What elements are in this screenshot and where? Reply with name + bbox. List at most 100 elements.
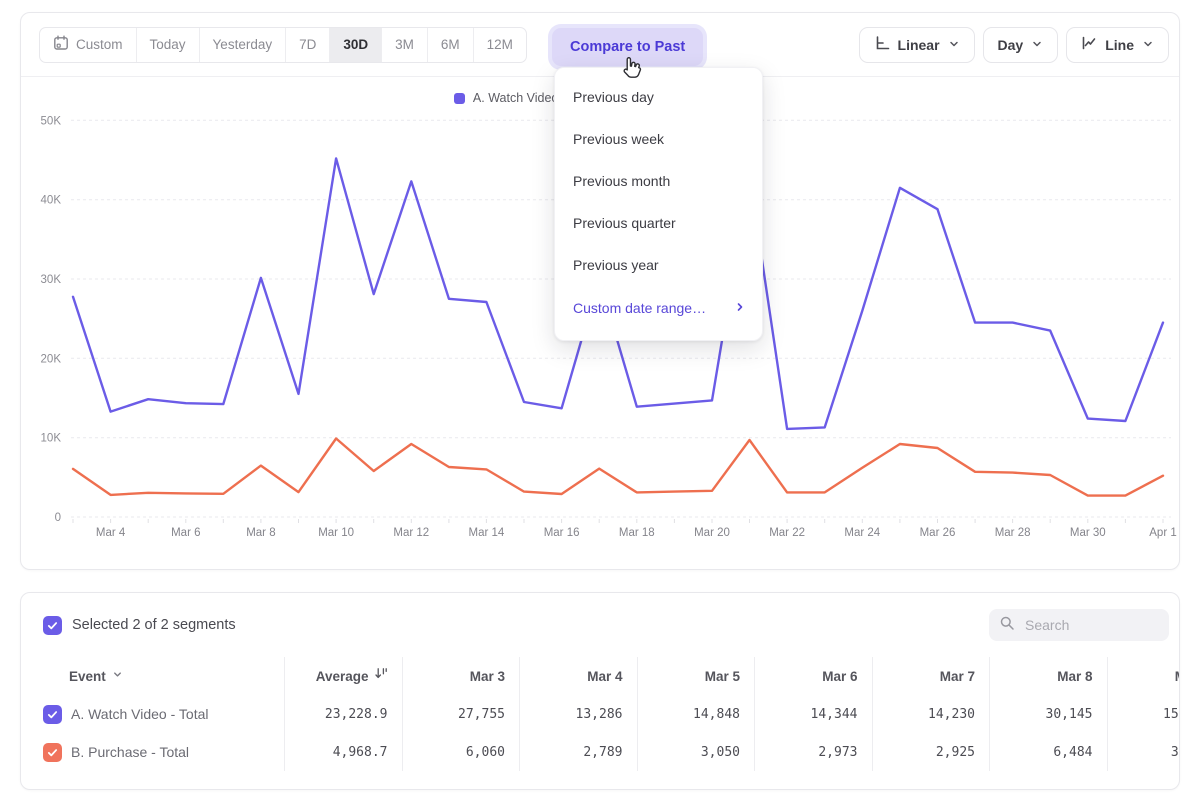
value-cell: 23,228.9 bbox=[284, 695, 402, 733]
chart-type-label: Line bbox=[1105, 37, 1134, 53]
segments-table-card: Selected 2 of 2 segments Event Average Ma… bbox=[20, 592, 1180, 790]
select-all-checkbox[interactable] bbox=[43, 616, 62, 635]
svg-text:Mar 22: Mar 22 bbox=[769, 527, 805, 539]
range-option-yesterday[interactable]: Yesterday bbox=[200, 28, 287, 62]
value-cell: 15,520 bbox=[1107, 695, 1181, 733]
range-option-6m[interactable]: 6M bbox=[428, 28, 474, 62]
segments-table: Event Average Mar 3 Mar 4Mar 5 Mar 6 Mar 7 Ma… bbox=[21, 657, 1179, 771]
value-cell: 14,344 bbox=[754, 695, 872, 733]
svg-text:Mar 24: Mar 24 bbox=[844, 527, 880, 539]
value-cell: 27,755 bbox=[402, 695, 520, 733]
column-header-average[interactable]: Average bbox=[284, 657, 402, 695]
svg-text:Mar 14: Mar 14 bbox=[469, 527, 505, 539]
search-input[interactable] bbox=[1023, 616, 1159, 634]
chevron-right-icon bbox=[734, 300, 746, 316]
table-header-row: Event Average Mar 3 Mar 4Mar 5 Mar 6 Mar 7 Ma… bbox=[21, 657, 1179, 695]
value-cell: 14,848 bbox=[637, 695, 755, 733]
value-text: 6,060 bbox=[466, 745, 505, 760]
chart-type-select-button[interactable]: Line bbox=[1066, 27, 1169, 63]
value-text: 3,050 bbox=[701, 745, 740, 760]
menu-item-previous-quarter[interactable]: Previous quarter bbox=[555, 202, 762, 244]
range-option-label: Custom bbox=[76, 37, 123, 52]
checkmark-icon bbox=[46, 746, 59, 759]
segment-cell: B. Purchase - Total bbox=[21, 733, 284, 771]
menu-item-custom-date-range[interactable]: Custom date range… bbox=[555, 286, 762, 330]
value-cell: 4,968.7 bbox=[284, 733, 402, 771]
value-text: 14,230 bbox=[928, 707, 975, 722]
menu-item-previous-month[interactable]: Previous month bbox=[555, 160, 762, 202]
table-row: A. Watch Video - Total23,228.927,75513,2… bbox=[21, 695, 1179, 733]
range-option-label: 6M bbox=[441, 37, 460, 52]
column-header-mar-7[interactable]: Mar 7 bbox=[872, 657, 990, 695]
checkmark-icon bbox=[46, 708, 59, 721]
column-header-label: Mar 7 bbox=[940, 669, 975, 684]
range-option-today[interactable]: Today bbox=[137, 28, 200, 62]
svg-text:Mar 10: Mar 10 bbox=[318, 527, 354, 539]
interval-select-button[interactable]: Day bbox=[983, 27, 1059, 63]
compare-dropdown-menu: Previous dayPrevious weekPrevious monthP… bbox=[554, 67, 763, 341]
svg-text:Mar 8: Mar 8 bbox=[246, 527, 275, 539]
value-text: 30,145 bbox=[1046, 707, 1093, 722]
svg-text:Mar 28: Mar 28 bbox=[995, 527, 1031, 539]
row-checkbox[interactable] bbox=[43, 743, 62, 762]
menu-item-previous-day[interactable]: Previous day bbox=[555, 76, 762, 118]
column-header-label: Average bbox=[316, 669, 369, 684]
compare-to-past-button[interactable]: Compare to Past bbox=[552, 28, 703, 66]
svg-text:Mar 12: Mar 12 bbox=[393, 527, 429, 539]
range-option-3m[interactable]: 3M bbox=[382, 28, 428, 62]
svg-text:Apr 1: Apr 1 bbox=[1149, 527, 1177, 539]
sort-descending-icon bbox=[375, 667, 388, 685]
checkmark-icon bbox=[46, 619, 59, 632]
svg-text:50K: 50K bbox=[41, 115, 62, 127]
column-header-mar-3[interactable]: Mar 3 bbox=[402, 657, 520, 695]
value-cell: 30,145 bbox=[989, 695, 1107, 733]
search-icon bbox=[999, 615, 1015, 636]
selected-count-label: Selected 2 of 2 segments bbox=[72, 617, 236, 633]
svg-text:0: 0 bbox=[55, 512, 61, 524]
column-header-mar-8[interactable]: Mar 8 bbox=[989, 657, 1107, 695]
value-cell: 2,925 bbox=[872, 733, 990, 771]
menu-item-previous-year[interactable]: Previous year bbox=[555, 244, 762, 286]
value-cell: 6,484 bbox=[989, 733, 1107, 771]
column-header-mar-4[interactable]: Mar 4 bbox=[519, 657, 637, 695]
column-header-label: Mar 9 bbox=[1175, 669, 1180, 684]
menu-item-previous-week[interactable]: Previous week bbox=[555, 118, 762, 160]
range-option-30d[interactable]: 30D bbox=[330, 28, 382, 62]
range-option-label: Today bbox=[150, 37, 186, 52]
value-cell: 14,230 bbox=[872, 695, 990, 733]
value-cell: 3,050 bbox=[637, 733, 755, 771]
value-text: 2,789 bbox=[583, 745, 622, 760]
svg-text:Mar 6: Mar 6 bbox=[171, 527, 200, 539]
column-header-event[interactable]: Event bbox=[21, 657, 284, 695]
row-checkbox[interactable] bbox=[43, 705, 62, 724]
scale-select-button[interactable]: Linear bbox=[859, 27, 975, 63]
segments-bar: Selected 2 of 2 segments bbox=[21, 593, 1179, 657]
value-cell: 3,133 bbox=[1107, 733, 1181, 771]
range-option-label: Yesterday bbox=[213, 37, 273, 52]
value-text: 13,286 bbox=[576, 707, 623, 722]
scale-label: Linear bbox=[898, 37, 940, 53]
value-cell: 2,789 bbox=[519, 733, 637, 771]
column-header-mar-5[interactable]: Mar 5 bbox=[637, 657, 755, 695]
value-text: 23,228.9 bbox=[325, 707, 388, 722]
range-option-12m[interactable]: 12M bbox=[474, 28, 526, 62]
value-text: 14,848 bbox=[693, 707, 740, 722]
svg-text:20K: 20K bbox=[41, 353, 62, 365]
range-option-custom[interactable]: Custom bbox=[40, 28, 137, 62]
svg-text:Mar 4: Mar 4 bbox=[96, 527, 126, 539]
chevron-down-icon bbox=[948, 37, 960, 53]
chevron-down-icon bbox=[1031, 37, 1043, 53]
range-option-7d[interactable]: 7D bbox=[286, 28, 330, 62]
column-header-mar-9[interactable]: Mar 9 bbox=[1107, 657, 1181, 695]
value-text: 27,755 bbox=[458, 707, 505, 722]
toolbar-right-group: Linear Day Line bbox=[859, 27, 1169, 63]
event-header-label: Event bbox=[69, 669, 106, 684]
column-header-mar-6[interactable]: Mar 6 bbox=[754, 657, 872, 695]
chart-card: Custom Today Yesterday 7D 30D 3M 6M 12M Linear … bbox=[20, 12, 1180, 570]
column-header-label: Mar 6 bbox=[822, 669, 857, 684]
range-option-label: 30D bbox=[343, 37, 368, 52]
svg-text:Mar 20: Mar 20 bbox=[694, 527, 730, 539]
table-row: B. Purchase - Total4,968.7 6,060 2,789 3,05… bbox=[21, 733, 1179, 771]
column-header-label: Mar 3 bbox=[470, 669, 505, 684]
range-option-label: 3M bbox=[395, 37, 414, 52]
